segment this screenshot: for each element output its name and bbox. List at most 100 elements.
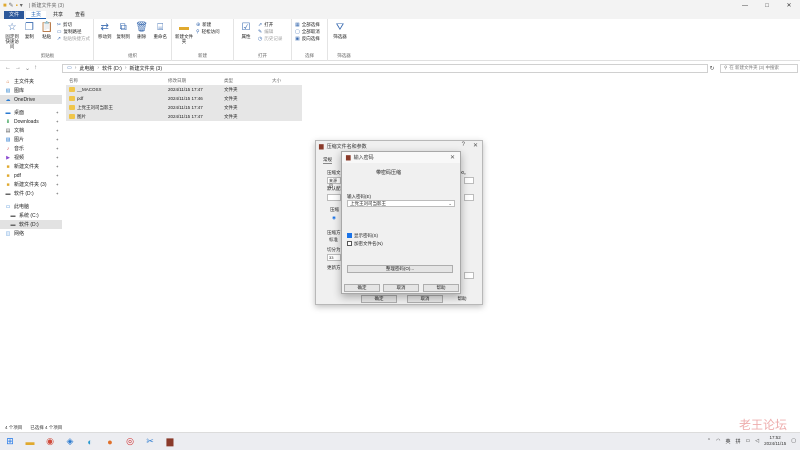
up-arrow-icon[interactable]: ↑: [34, 65, 37, 72]
organize-passwords-button[interactable]: 整理密码(O)...: [347, 265, 453, 273]
ok-button[interactable]: 确定: [361, 295, 397, 303]
sidebar-item-pictures[interactable]: ▨ 图片 ✦: [0, 135, 62, 144]
network-icon[interactable]: ▭: [745, 438, 750, 444]
tab-general[interactable]: 常规: [323, 157, 332, 164]
store-icon[interactable]: ◈: [64, 436, 76, 448]
column-size[interactable]: 大小: [272, 78, 302, 84]
breadcrumb-this-pc[interactable]: 此电脑: [79, 65, 94, 72]
cancel-button[interactable]: 取消: [407, 295, 443, 303]
compression-method-label: 压缩方: [327, 230, 341, 235]
format-radio-icon[interactable]: ◉: [332, 215, 336, 221]
column-date[interactable]: 修改日期: [168, 78, 224, 84]
folder-small-icon[interactable]: ▪: [16, 3, 18, 9]
back-arrow-icon[interactable]: ←: [5, 65, 11, 72]
breadcrumb-drive-d[interactable]: 软件 (D:): [102, 65, 122, 72]
tab-file[interactable]: 文件: [4, 11, 25, 19]
clock[interactable]: 17:52 2024/11/15: [764, 435, 786, 447]
status-bar: 4 个项目 已选择 4 个项目: [0, 424, 800, 432]
copy-path-button[interactable]: ▭ 复制路径: [57, 29, 90, 35]
pin-icon[interactable]: ✎: [9, 2, 14, 9]
winrar-icon[interactable]: ▆: [164, 436, 176, 448]
desktop-icon: ▬: [5, 109, 11, 116]
sidebar-item-videos[interactable]: ▶ 视频 ✦: [0, 153, 62, 162]
history-button[interactable]: ◷ 历史记录: [258, 36, 282, 42]
sidebar-item-this-pc[interactable]: ▭ 此电脑: [0, 202, 62, 211]
start-windows-icon[interactable]: ⊞: [4, 436, 16, 448]
tab-home[interactable]: 主页: [26, 11, 47, 19]
sidebar-item-onedrive[interactable]: ☁ OneDrive: [0, 95, 62, 104]
forward-arrow-icon[interactable]: →: [15, 65, 21, 72]
snipping-icon[interactable]: ✂: [144, 436, 156, 448]
select-none-button[interactable]: ▢ 全部取消: [295, 29, 320, 35]
tab-view[interactable]: 查看: [70, 11, 90, 19]
ok-button[interactable]: 确定: [344, 284, 380, 292]
refresh-icon[interactable]: ↻: [708, 65, 716, 72]
cut-button[interactable]: ✂ 剪切: [57, 22, 90, 28]
file-row[interactable]: 图片 2024/11/15 17:47 文件夹: [66, 112, 302, 121]
column-name[interactable]: 名称: [66, 78, 168, 84]
encrypt-names-checkbox[interactable]: [347, 241, 352, 246]
sidebar-item-downloads[interactable]: ⬇ Downloads ✦: [0, 117, 62, 126]
browser-icon[interactable]: ◐: [84, 436, 96, 448]
compression-method-value[interactable]: 标准: [329, 237, 338, 243]
search-input[interactable]: ⚲ 在 新建文件夹 (3) 中搜索: [720, 63, 798, 73]
profile-dropdown[interactable]: [464, 194, 474, 201]
tab-share[interactable]: 共享: [48, 11, 68, 19]
maximize-button[interactable]: □: [756, 0, 778, 11]
file-row[interactable]: 上党王刘司当影王 2024/11/15 17:47 文件夹: [66, 103, 302, 112]
explorer-icon[interactable]: ▬: [24, 436, 36, 448]
chevron-down-icon[interactable]: ⌄: [448, 201, 452, 206]
file-row[interactable]: pdf 2024/11/15 17:46 文件夹: [66, 94, 302, 103]
lang-indicator[interactable]: 英: [725, 438, 730, 445]
new-item-button[interactable]: ⊕ 新建: [196, 22, 220, 28]
archive-name-dropdown[interactable]: [464, 177, 474, 184]
easy-access-button[interactable]: ⚲ 轻松访问: [196, 29, 220, 35]
sidebar-item-drive-d[interactable]: ▬ 软件 (D:): [0, 220, 62, 229]
open-button[interactable]: ⇗ 打开: [258, 22, 282, 28]
sidebar-item-home[interactable]: ⌂ 主文件夹: [0, 77, 62, 86]
sidebar-item-network[interactable]: ◫ 网络: [0, 229, 62, 238]
paste-shortcut-button[interactable]: ↗ 粘贴快捷方式: [57, 36, 90, 42]
close-icon[interactable]: ✕: [450, 154, 455, 161]
app-icon[interactable]: ●: [104, 436, 116, 448]
invert-selection-button[interactable]: ▣ 反向选择: [295, 36, 320, 42]
select-all-button[interactable]: ▦ 全部选择: [295, 22, 320, 28]
chrome-icon[interactable]: ◉: [44, 436, 56, 448]
help-button[interactable]: 帮助: [447, 295, 477, 303]
sidebar-item-documents[interactable]: ▤ 文档 ✦: [0, 126, 62, 135]
password-input[interactable]: 上党王刘司当影王 ⌄: [347, 200, 455, 207]
split-input[interactable]: 33: [327, 254, 341, 261]
sidebar-item-new-folder[interactable]: ■ 新建文件夹 ✦: [0, 162, 62, 171]
sidebar-item-music[interactable]: ♪ 音乐 ✦: [0, 144, 62, 153]
pin-icon: ✦: [55, 155, 59, 160]
volume-icon[interactable]: ◁: [755, 438, 759, 444]
column-type[interactable]: 类型: [224, 78, 272, 84]
edit-button[interactable]: ✎ 编辑: [258, 29, 282, 35]
sidebar-item-drive-d-pinned[interactable]: ▬ 软件 (D:) ✦: [0, 189, 62, 198]
netease-music-icon[interactable]: ◎: [124, 436, 136, 448]
archive-name-input[interactable]: 来源目: [327, 177, 341, 188]
update-mode-dropdown[interactable]: [464, 272, 474, 279]
minimize-button[interactable]: —: [734, 0, 756, 11]
wifi-icon[interactable]: ◠: [716, 438, 720, 444]
breadcrumb-folder[interactable]: 新建文件夹 (3): [130, 65, 163, 72]
show-password-checkbox[interactable]: [347, 233, 352, 238]
help-icon[interactable]: ?: [462, 142, 465, 149]
recent-dropdown-icon[interactable]: ⌄: [25, 65, 30, 72]
close-icon[interactable]: ✕: [473, 142, 478, 149]
help-button[interactable]: 帮助: [423, 284, 459, 292]
dropdown-icon[interactable]: ▾: [20, 2, 23, 9]
sidebar-item-desktop[interactable]: ▬ 桌面 ✦: [0, 108, 62, 117]
chevron-up-icon[interactable]: ⌃: [707, 438, 711, 444]
sidebar-item-gallery[interactable]: ▧ 图库: [0, 86, 62, 95]
profiles-button[interactable]: [327, 194, 341, 201]
notification-icon[interactable]: ▢: [791, 438, 796, 444]
address-bar[interactable]: ▭ › 此电脑 › 软件 (D:) › 新建文件夹 (3): [62, 63, 708, 73]
cancel-button[interactable]: 取消: [383, 284, 419, 292]
sidebar-item-new-folder-3[interactable]: ■ 新建文件夹 (3) ✦: [0, 180, 62, 189]
sidebar-item-drive-c[interactable]: ▬ 系统 (C:): [0, 211, 62, 220]
file-row[interactable]: __MACOSX 2024/11/15 17:47 文件夹: [66, 85, 302, 94]
close-button[interactable]: ✕: [778, 0, 800, 11]
ime-indicator[interactable]: 拼: [735, 438, 740, 445]
sidebar-item-pdf[interactable]: ■ pdf ✦: [0, 171, 62, 180]
